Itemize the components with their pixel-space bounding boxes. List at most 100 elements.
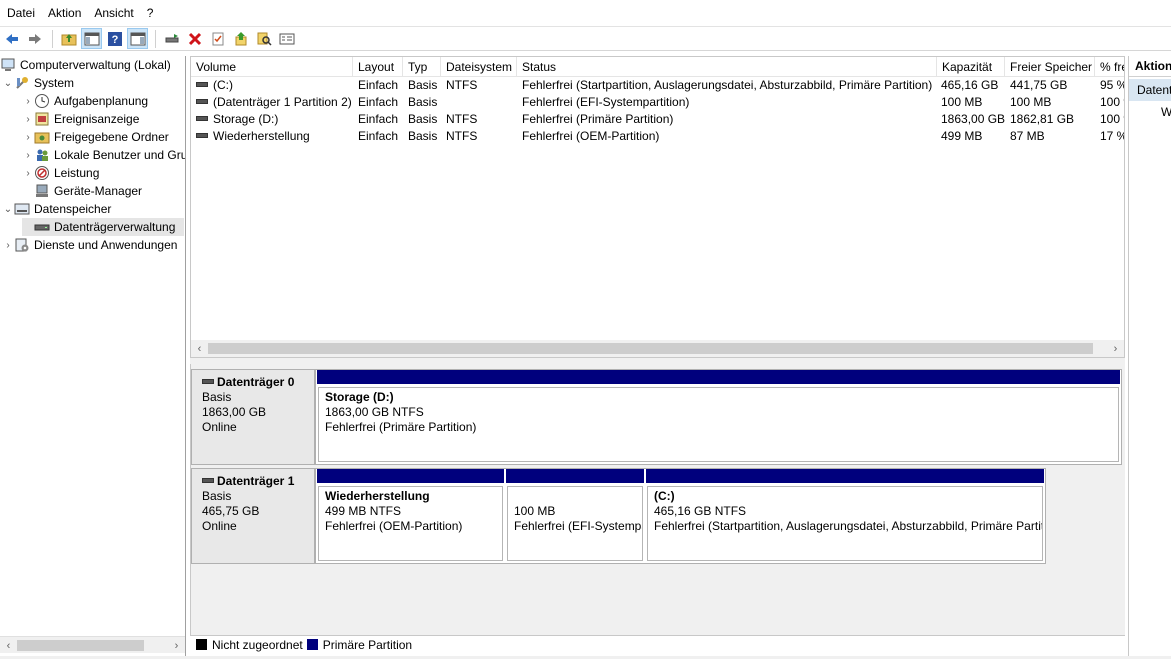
table-row[interactable]: Wiederherstellung Einfach Basis NTFS Feh… (191, 128, 1124, 145)
forward-icon[interactable] (24, 28, 45, 49)
partition-size: 499 MB NTFS (325, 504, 402, 518)
delete-icon[interactable] (184, 28, 205, 49)
chevron-right-icon[interactable]: › (22, 150, 34, 161)
chevron-right-icon[interactable]: › (22, 114, 34, 125)
disk-size: 1863,00 GB (202, 405, 267, 419)
disk-0-label[interactable]: Datenträger 0 Basis 1863,00 GB Online (191, 369, 315, 465)
tree-label: Datenspeicher (34, 202, 112, 216)
actions-selected-item[interactable]: Datenträgerverwaltung (1129, 79, 1171, 101)
column-volume[interactable]: Volume (191, 57, 353, 77)
table-row[interactable]: (Datenträger 1 Partition 2) Einfach Basi… (191, 94, 1124, 111)
search-icon[interactable] (253, 28, 274, 49)
column-typ[interactable]: Typ (403, 57, 441, 77)
scrollbar-thumb[interactable] (17, 640, 144, 651)
tree-item-ereignisanzeige[interactable]: › Ereignisanzeige (22, 110, 139, 128)
volume-capacity: 499 MB (941, 129, 983, 143)
column-prozent-frei[interactable]: % frei (1095, 57, 1124, 77)
back-icon[interactable] (1, 28, 22, 49)
chevron-right-icon[interactable]: › (22, 96, 34, 107)
menu-aktion[interactable]: Aktion (43, 0, 89, 26)
tree-item-datentraegerverwaltung[interactable]: Datenträgerverwaltung (22, 218, 184, 236)
tree-item-datenspeicher[interactable]: ⌄ Datenspeicher (2, 200, 112, 218)
tree-item-freigegebene-ordner[interactable]: › Freigegebene Ordner (22, 128, 168, 146)
menu-datei[interactable]: Datei (2, 0, 43, 26)
disk-1-label[interactable]: Datenträger 1 Basis 465,75 GB Online (191, 468, 315, 564)
menu-help[interactable]: ? (142, 0, 162, 26)
volume-status: Fehlerfrei (OEM-Partition) (522, 129, 660, 143)
tree-item-system[interactable]: ⌄ System (2, 74, 74, 92)
help-icon[interactable]: ? (104, 28, 125, 49)
column-dateisystem[interactable]: Dateisystem (441, 57, 517, 77)
tree-label: System (34, 76, 75, 90)
chevron-right-icon[interactable]: › (22, 132, 34, 143)
tree-item-lokale-benutzer[interactable]: › Lokale Benutzer und Gruppen (22, 146, 185, 164)
primary-partition-bar (646, 469, 1044, 483)
volume-layout: Einfach (358, 112, 399, 126)
partition-wiederherstellung[interactable]: Wiederherstellung 499 MB NTFS Fehlerfrei… (317, 469, 504, 563)
volume-capacity: 465,16 GB (941, 78, 999, 92)
scroll-right-icon[interactable]: › (1107, 341, 1124, 356)
tree-horizontal-scrollbar[interactable]: ‹ › (0, 636, 185, 653)
chevron-right-icon[interactable]: › (22, 168, 34, 179)
volume-status: Fehlerfrei (Primäre Partition) (522, 112, 674, 126)
services-icon (14, 237, 30, 253)
legend-item-primary: Primäre Partition (306, 638, 412, 652)
tree-item-leistung[interactable]: › Leistung (22, 164, 99, 182)
tree-item-dienste[interactable]: › Dienste und Anwendungen (2, 236, 177, 254)
up-folder-icon[interactable] (58, 28, 79, 49)
disk-icon (202, 379, 214, 384)
legend-item-unallocated: Nicht zugeordnet (196, 638, 303, 652)
partition-c[interactable]: (C:) 465,16 GB NTFS Fehlerfrei (Startpar… (646, 469, 1044, 563)
actions-more-item[interactable]: Weitere Aktionen (1129, 101, 1171, 123)
volume-icon (196, 133, 208, 139)
disk-size: 465,75 GB (202, 504, 260, 518)
connect-drive-icon[interactable] (161, 28, 182, 49)
volume-name: Storage (D:) (213, 112, 279, 126)
table-row[interactable]: (C:) Einfach Basis NTFS Fehlerfrei (Star… (191, 77, 1124, 94)
chevron-right-icon[interactable]: › (2, 240, 14, 251)
show-hide-action-pane-icon[interactable] (127, 28, 148, 49)
volume-layout: Einfach (358, 129, 399, 143)
menu-ansicht[interactable]: Ansicht (89, 0, 141, 26)
expanded-chevron-icon[interactable]: ⌄ (2, 78, 14, 89)
volume-icon (196, 99, 208, 105)
volume-free: 441,75 GB (1010, 78, 1068, 92)
tree-item-aufgabenplanung[interactable]: › Aufgabenplanung (22, 92, 148, 110)
shared-folder-icon (34, 129, 50, 145)
partition-name (514, 489, 642, 504)
disk-type: Basis (202, 390, 232, 404)
partition-size: 1863,00 GB NTFS (325, 405, 424, 419)
column-layout[interactable]: Layout (353, 57, 403, 77)
toolbar-separator (155, 29, 156, 48)
svg-text:?: ? (111, 34, 118, 46)
properties-icon[interactable] (207, 28, 228, 49)
tree-item-root[interactable]: Computerverwaltung (Lokal) (0, 56, 171, 74)
scroll-left-icon[interactable]: ‹ (0, 638, 17, 653)
users-icon (34, 147, 50, 163)
partition-size: 100 MB (514, 504, 556, 518)
partition-status: Fehlerfrei (EFI-Systempartition) (514, 519, 642, 533)
scrollbar-thumb[interactable] (208, 343, 1093, 354)
column-status[interactable]: Status (517, 57, 937, 77)
partition-storage-d[interactable]: Storage (D:) 1863,00 GB NTFS Fehlerfrei … (317, 370, 1120, 464)
tree-item-geraete-manager[interactable]: Geräte-Manager (22, 182, 142, 200)
primary-partition-bar (317, 469, 504, 483)
details-icon[interactable] (276, 28, 297, 49)
event-viewer-icon (34, 111, 50, 127)
partition-efi[interactable]: 100 MB Fehlerfrei (EFI-Systempartition) (506, 469, 644, 563)
table-row[interactable]: Storage (D:) Einfach Basis NTFS Fehlerfr… (191, 111, 1124, 128)
partition-status: Fehlerfrei (Startpartition, Auslagerungs… (654, 519, 1043, 533)
volume-typ: Basis (408, 129, 438, 143)
toolbar-separator (52, 29, 53, 48)
scroll-left-icon[interactable]: ‹ (191, 341, 208, 356)
column-kapazitaet[interactable]: Kapazität (937, 57, 1005, 77)
volume-list-horizontal-scrollbar[interactable]: ‹ › (191, 340, 1124, 357)
expanded-chevron-icon[interactable]: ⌄ (2, 204, 14, 215)
show-hide-tree-icon[interactable] (81, 28, 102, 49)
scroll-right-icon[interactable]: › (168, 638, 185, 653)
column-freier-speicher[interactable]: Freier Speicher (1005, 57, 1095, 77)
volume-typ: Basis (408, 112, 438, 126)
export-icon[interactable] (230, 28, 251, 49)
volume-icon (196, 116, 208, 122)
legend-label: Nicht zugeordnet (212, 637, 303, 652)
